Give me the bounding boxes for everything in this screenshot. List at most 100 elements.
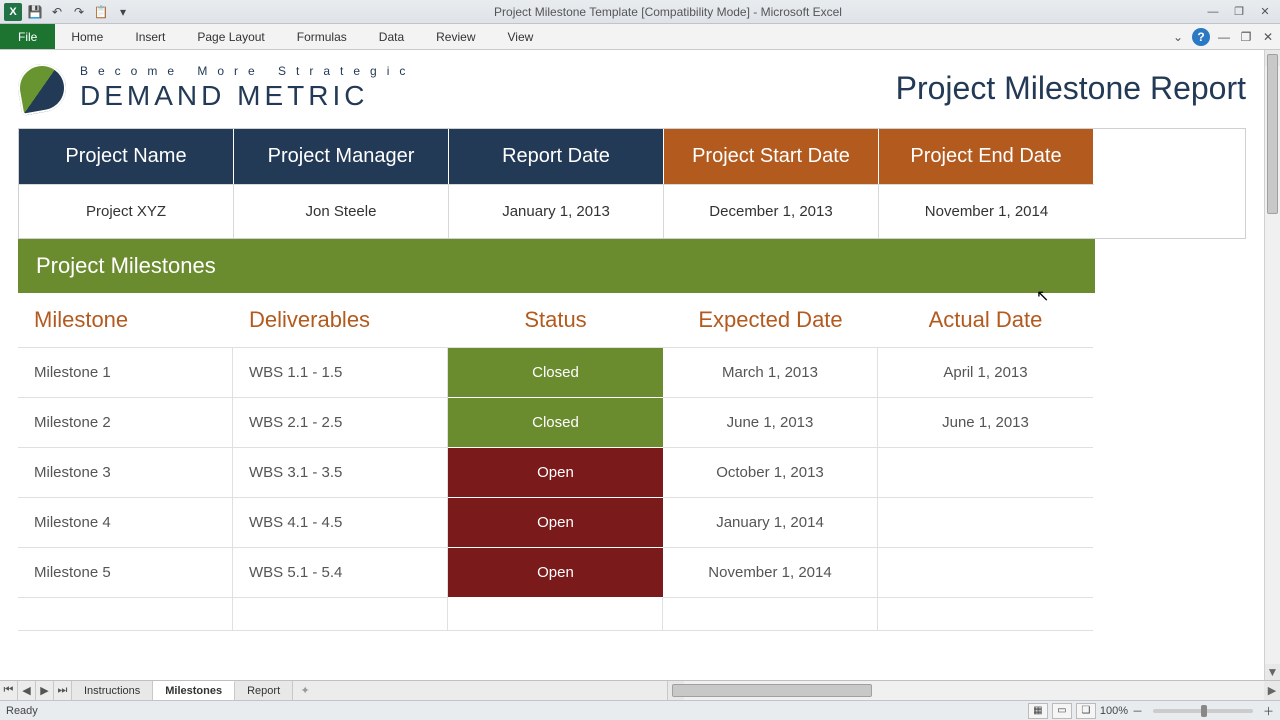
table-cell[interactable]: WBS 5.1 - 5.4 [233, 548, 448, 598]
zoom-label: 100% [1100, 705, 1128, 717]
qat-dropdown-icon[interactable]: ▾ [114, 3, 132, 21]
header-start-date: Project Start Date [664, 129, 879, 184]
help-icon[interactable]: ? [1192, 28, 1210, 46]
table-cell[interactable] [878, 548, 1093, 598]
sheet-tabs-bar: ⏮ ◀ ▶ ⏭ Instructions Milestones Report ✦… [0, 680, 1280, 700]
vertical-scroll-thumb[interactable] [1267, 54, 1278, 214]
vertical-scrollbar[interactable]: ▲ ▼ [1264, 50, 1280, 680]
sheet-tab-milestones[interactable]: Milestones [153, 681, 235, 700]
minimize-button[interactable]: — [1204, 4, 1222, 20]
table-cell[interactable]: WBS 2.1 - 2.5 [233, 398, 448, 448]
scroll-right-icon[interactable]: ▶ [1264, 681, 1280, 700]
table-cell[interactable]: WBS 3.1 - 3.5 [233, 448, 448, 498]
insert-sheet-icon[interactable]: ✦ [293, 681, 317, 700]
tab-home[interactable]: Home [55, 24, 119, 49]
first-sheet-icon[interactable]: ⏮ [0, 681, 18, 700]
tab-formulas[interactable]: Formulas [281, 24, 363, 49]
tab-insert[interactable]: Insert [119, 24, 181, 49]
workbook-restore-icon[interactable]: ❐ [1238, 29, 1254, 45]
status-cell[interactable]: Closed [448, 398, 663, 448]
table-cell[interactable]: Milestone 2 [18, 398, 233, 448]
zoom-in-icon[interactable]: ＋ [1263, 703, 1274, 719]
undo-icon[interactable]: ↶ [48, 3, 66, 21]
next-sheet-icon[interactable]: ▶ [36, 681, 54, 700]
col-expected: Expected Date [663, 293, 878, 348]
table-cell[interactable] [233, 598, 448, 631]
window-title: Project Milestone Template [Compatibilit… [132, 5, 1204, 19]
table-cell[interactable] [878, 598, 1093, 631]
zoom-out-icon[interactable]: － [1132, 703, 1143, 719]
tab-review[interactable]: Review [420, 24, 491, 49]
last-sheet-icon[interactable]: ⏭ [54, 681, 72, 700]
cell-project-name[interactable]: Project XYZ [19, 184, 234, 238]
project-info-table: Project Name Project Manager Report Date… [18, 128, 1246, 239]
table-cell[interactable]: October 1, 2013 [663, 448, 878, 498]
zoom-slider-thumb[interactable] [1201, 705, 1207, 717]
table-cell[interactable] [878, 498, 1093, 548]
header-project-name: Project Name [19, 129, 234, 184]
col-milestone: Milestone [18, 293, 233, 348]
header-report-date: Report Date [449, 129, 664, 184]
status-cell[interactable]: Open [448, 448, 663, 498]
status-text: Ready [6, 705, 38, 717]
status-cell[interactable]: Closed [448, 348, 663, 398]
table-cell[interactable]: WBS 4.1 - 4.5 [233, 498, 448, 548]
col-status: Status [448, 293, 663, 348]
horizontal-scrollbar[interactable]: ◀ ▶ [667, 681, 1280, 700]
section-milestones-title: Project Milestones [18, 239, 1095, 293]
header-project-manager: Project Manager [234, 129, 449, 184]
status-cell[interactable]: Open [448, 498, 663, 548]
excel-icon: X [4, 3, 22, 21]
restore-button[interactable]: ❐ [1230, 4, 1248, 20]
workbook-close-icon[interactable]: ✕ [1260, 29, 1276, 45]
table-cell[interactable]: January 1, 2014 [663, 498, 878, 548]
status-bar: Ready ▦ ▭ ❏ 100% － ＋ [0, 700, 1280, 720]
table-cell[interactable]: April 1, 2013 [878, 348, 1093, 398]
status-cell[interactable]: Open [448, 548, 663, 598]
cell-start-date[interactable]: December 1, 2013 [664, 184, 879, 238]
cell-report-date[interactable]: January 1, 2013 [449, 184, 664, 238]
header-end-date: Project End Date [879, 129, 1094, 184]
zoom-slider[interactable] [1153, 709, 1253, 713]
table-cell[interactable] [18, 598, 233, 631]
sheet-tab-instructions[interactable]: Instructions [72, 681, 153, 700]
table-cell[interactable] [448, 598, 663, 631]
logo-mark-icon [14, 60, 70, 116]
table-cell[interactable] [878, 448, 1093, 498]
table-cell[interactable]: Milestone 1 [18, 348, 233, 398]
tab-page-layout[interactable]: Page Layout [181, 24, 280, 49]
report-title: Project Milestone Report [896, 70, 1246, 107]
prev-sheet-icon[interactable]: ◀ [18, 681, 36, 700]
table-cell[interactable]: WBS 1.1 - 1.5 [233, 348, 448, 398]
redo-icon[interactable]: ↷ [70, 3, 88, 21]
table-cell[interactable]: Milestone 4 [18, 498, 233, 548]
table-cell[interactable]: June 1, 2013 [663, 398, 878, 448]
col-deliverables: Deliverables [233, 293, 448, 348]
tab-data[interactable]: Data [363, 24, 420, 49]
logo-tagline: Become More Strategic [80, 64, 415, 78]
cell-project-manager[interactable]: Jon Steele [234, 184, 449, 238]
paste-icon[interactable]: 📋 [92, 3, 110, 21]
view-page-break-icon[interactable]: ❏ [1076, 703, 1096, 719]
table-cell[interactable]: November 1, 2014 [663, 548, 878, 598]
view-page-layout-icon[interactable]: ▭ [1052, 703, 1072, 719]
close-button[interactable]: ✕ [1256, 4, 1274, 20]
horizontal-scroll-thumb[interactable] [672, 684, 872, 697]
table-cell[interactable]: Milestone 3 [18, 448, 233, 498]
ribbon-tabs: File Home Insert Page Layout Formulas Da… [0, 24, 1280, 50]
tab-file[interactable]: File [0, 24, 55, 49]
scroll-down-icon[interactable]: ▼ [1265, 664, 1280, 680]
table-cell[interactable]: March 1, 2013 [663, 348, 878, 398]
workbook-minimize-icon[interactable]: — [1216, 29, 1232, 45]
table-cell[interactable]: Milestone 5 [18, 548, 233, 598]
table-cell[interactable]: June 1, 2013 [878, 398, 1093, 448]
worksheet-area[interactable]: Become More Strategic DEMAND METRIC Proj… [0, 50, 1264, 680]
table-cell[interactable] [663, 598, 878, 631]
cell-end-date[interactable]: November 1, 2014 [879, 184, 1094, 238]
tab-view[interactable]: View [492, 24, 550, 49]
save-icon[interactable]: 💾 [26, 3, 44, 21]
ribbon-minimize-icon[interactable]: ⌄ [1170, 29, 1186, 45]
quick-access-toolbar: X 💾 ↶ ↷ 📋 ▾ [4, 3, 132, 21]
view-normal-icon[interactable]: ▦ [1028, 703, 1048, 719]
sheet-tab-report[interactable]: Report [235, 681, 293, 700]
